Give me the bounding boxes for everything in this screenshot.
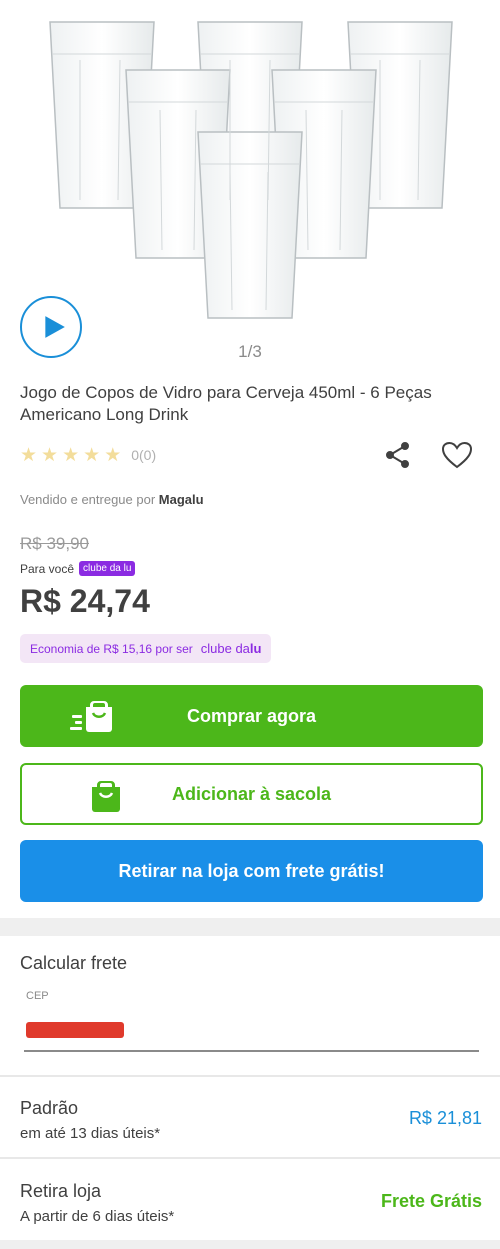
para-voce-text: Para você	[20, 561, 75, 576]
old-price: R$ 39,90	[20, 534, 89, 553]
member-price-label: Para você clube da lu	[20, 561, 136, 576]
store-pickup-button[interactable]: Retirar na loja com frete grátis!	[20, 840, 483, 902]
product-image[interactable]	[40, 10, 460, 330]
shipping-option-detail: A partir de 6 dias úteis*	[20, 1208, 175, 1225]
redacted-cep-value	[26, 1022, 124, 1038]
rating-stars: ★ ★ ★ ★ ★	[20, 446, 121, 465]
star-icon: ★	[83, 444, 101, 466]
shipping-option-detail: em até 13 dias úteis*	[20, 1125, 161, 1142]
product-gallery[interactable]: 1/3	[0, 0, 500, 370]
fast-bag-icon	[70, 701, 112, 732]
clube-logo: clube dalu	[201, 641, 262, 656]
star-icon: ★	[20, 444, 38, 466]
clube-prefix: clube da	[200, 641, 250, 656]
section-divider	[0, 918, 500, 936]
play-icon	[44, 316, 65, 338]
add-to-bag-label: Adicionar à sacola	[171, 783, 332, 804]
share-icon[interactable]	[382, 440, 414, 470]
economy-text: Economia de R$ 15,16 por ser	[30, 641, 193, 656]
economy-banner: Economia de R$ 15,16 por ser clube dalu	[20, 634, 272, 663]
product-title: Jogo de Copos de Vidro para Cerveja 450m…	[20, 383, 432, 424]
shipping-option-price: Frete Grátis	[380, 1191, 482, 1211]
add-to-bag-button[interactable]: Adicionar à sacola	[20, 763, 483, 825]
section-divider	[0, 1240, 500, 1249]
clube-badge: clube da lu	[79, 561, 136, 576]
current-price: R$ 24,74	[20, 583, 150, 619]
shipping-option-name: Retira loja	[20, 1181, 102, 1201]
buy-now-button[interactable]: Comprar agora	[20, 685, 483, 747]
rating[interactable]: ★ ★ ★ ★ ★ 0(0)	[20, 442, 156, 468]
star-icon: ★	[104, 444, 122, 466]
star-icon: ★	[62, 444, 80, 466]
shipping-option-price: R$ 21,81	[408, 1108, 482, 1128]
bag-icon	[92, 781, 120, 812]
store-pickup-label: Retirar na loja com frete grátis!	[118, 860, 385, 881]
cep-label: CEP	[26, 990, 49, 1002]
heart-icon[interactable]	[440, 440, 474, 470]
rating-count: 0(0)	[131, 447, 157, 463]
star-icon: ★	[41, 444, 59, 466]
seller-prefix: Vendido e entregue por	[20, 492, 156, 507]
image-counter: 1/3	[238, 342, 262, 361]
clube-suffix: lu	[249, 641, 262, 656]
buy-now-label: Comprar agora	[186, 705, 317, 726]
freight-title: Calcular frete	[20, 953, 128, 973]
shipping-option-name: Padrão	[20, 1098, 79, 1118]
seller-info: Vendido e entregue por Magalu	[20, 492, 204, 507]
seller-name[interactable]: Magalu	[159, 492, 204, 507]
divider	[0, 1075, 500, 1077]
divider	[0, 1157, 500, 1159]
